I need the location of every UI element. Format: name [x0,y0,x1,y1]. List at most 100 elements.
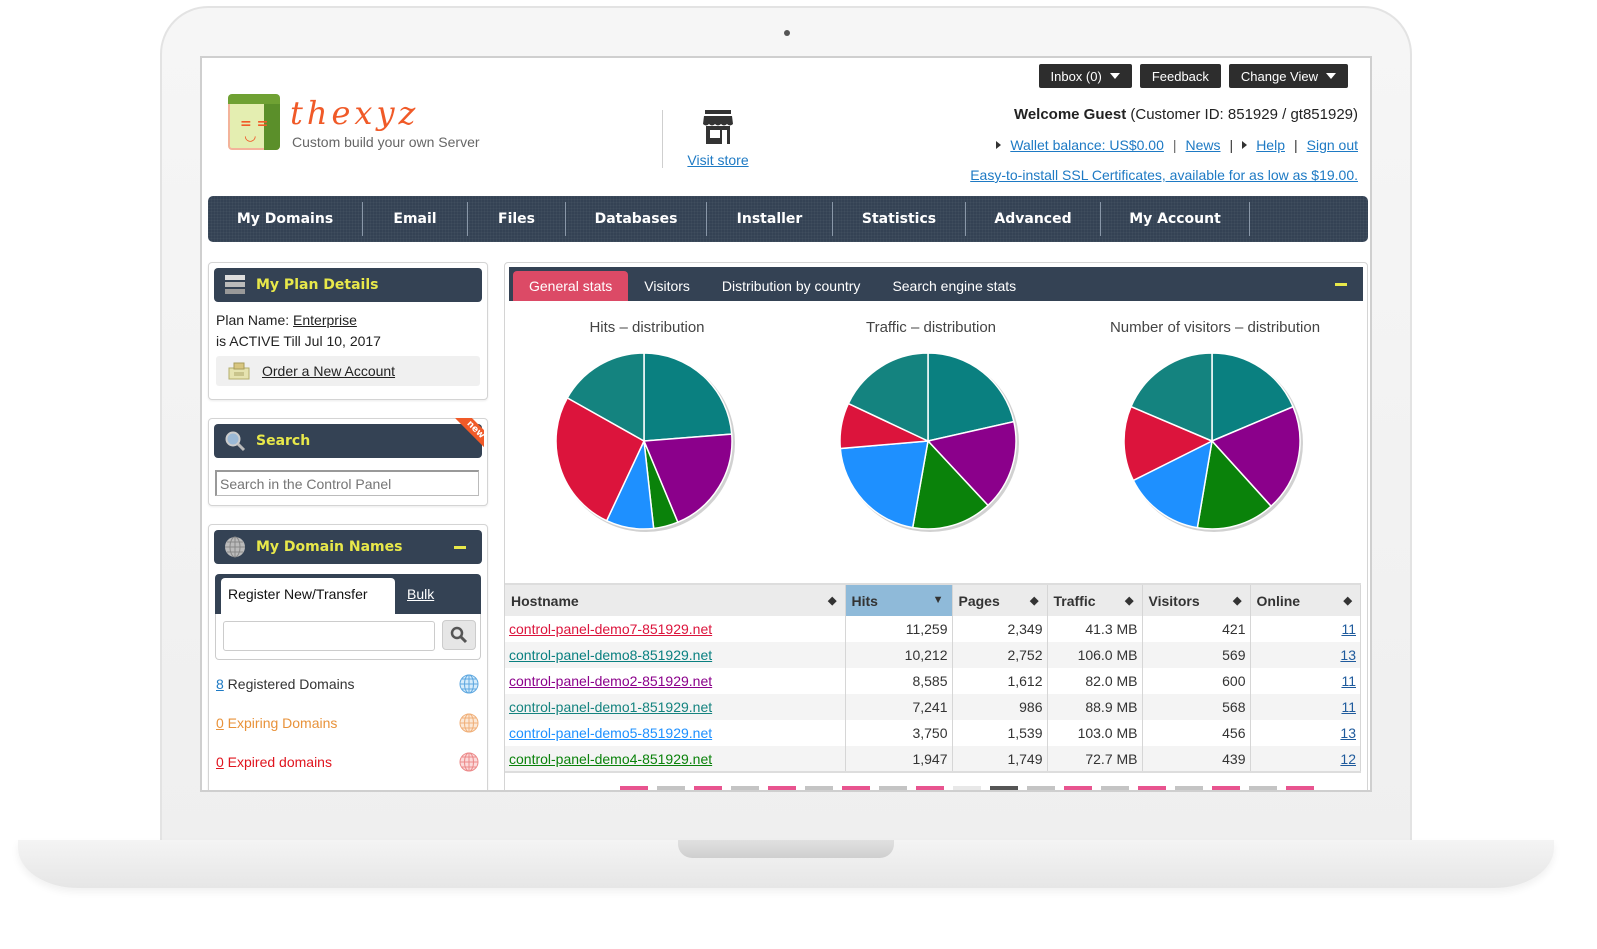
col-pages[interactable]: Pages ◆ [952,583,1048,616]
nav-email[interactable]: Email [363,202,468,236]
wallet-balance-link[interactable]: Wallet balance: US$0.00 [1010,137,1164,153]
pager-dot[interactable] [1064,786,1092,790]
col-hostname[interactable]: Hostname ◆ [505,583,846,616]
nav-installer[interactable]: Installer [707,202,833,236]
pager-dot[interactable] [953,786,981,790]
pager-dot[interactable] [1286,786,1314,790]
online-cell[interactable]: 11 [1250,668,1361,694]
triangle-right-icon [996,141,1002,149]
nav-statistics[interactable]: Statistics [833,202,966,236]
pager-dot[interactable] [879,786,907,790]
hostname-cell[interactable]: control-panel-demo7-851929.net [505,616,846,642]
pie-slice-demo8[interactable] [643,352,733,442]
hostname-link[interactable]: control-panel-demo1-851929.net [509,699,712,715]
pager-dot[interactable] [1101,786,1129,790]
hostname-cell[interactable]: control-panel-demo5-851929.net [505,720,846,746]
tab-register-transfer[interactable]: Register New/Transfer [221,578,395,614]
hostname-cell[interactable]: control-panel-demo8-851929.net [505,642,846,668]
caret-down-icon [1109,73,1120,79]
tab-visitors[interactable]: Visitors [628,271,706,301]
online-cell[interactable]: 11 [1250,694,1361,720]
pager-dot[interactable] [768,786,796,790]
pager-dot[interactable] [1175,786,1203,790]
registered-count-link[interactable]: 8 [216,676,224,692]
pager-dot[interactable] [694,786,722,790]
collapse-icon[interactable] [454,546,466,549]
inbox-button[interactable]: Inbox (0) [1038,64,1132,88]
pager-dot[interactable] [731,786,759,790]
online-link[interactable]: 13 [1340,647,1356,663]
tab-bulk[interactable]: Bulk [407,586,434,602]
plan-status: is ACTIVE Till Jul 10, 2017 [216,333,381,349]
pages-cell: 1,749 [952,746,1048,773]
pager-dot[interactable] [842,786,870,790]
order-new-account-link[interactable]: Order a New Account [262,361,395,382]
hostname-cell[interactable]: control-panel-demo4-851929.net [505,746,846,773]
visit-store[interactable]: Visit store [680,110,756,169]
pager-dot[interactable] [1249,786,1277,790]
col-traffic[interactable]: Traffic ◆ [1047,583,1143,616]
online-cell[interactable]: 13 [1250,720,1361,746]
magnifier-icon [225,431,246,452]
visit-store-link[interactable]: Visit store [687,152,748,168]
online-link[interactable]: 11 [1341,699,1356,715]
triangle-right-icon [1242,141,1248,149]
online-link[interactable]: 11 [1341,673,1356,689]
feedback-button[interactable]: Feedback [1139,64,1221,88]
ssl-promo-link[interactable]: Easy-to-install SSL Certificates, availa… [970,167,1358,183]
col-hits[interactable]: Hits ▼ [845,583,953,616]
col-online[interactable]: Online ◆ [1250,583,1361,616]
nav-advanced[interactable]: Advanced [966,202,1101,236]
help-link[interactable]: Help [1256,137,1285,153]
tab-general-stats[interactable]: General stats [513,271,629,301]
online-cell[interactable]: 12 [1250,746,1361,773]
nav-my-account[interactable]: My Account [1101,202,1250,236]
plan-name-link[interactable]: Enterprise [293,312,357,328]
nav-my-domains[interactable]: My Domains [208,202,363,236]
nav-files[interactable]: Files [468,202,566,236]
table-row: control-panel-demo8-851929.net 10,212 2,75… [505,642,1361,668]
pager-dot[interactable] [657,786,685,790]
hostname-link[interactable]: control-panel-demo2-851929.net [509,673,712,689]
search-icon [450,626,468,644]
pager-dot[interactable] [990,786,1018,790]
tab-distribution-by-country[interactable]: Distribution by country [706,271,877,301]
domain-search-input[interactable] [223,621,435,651]
pager-dot[interactable] [620,786,648,790]
sign-out-link[interactable]: Sign out [1307,137,1358,153]
nav-databases[interactable]: Databases [566,202,707,236]
online-link[interactable]: 13 [1340,725,1356,741]
hostname-link[interactable]: control-panel-demo7-851929.net [509,621,712,637]
online-cell[interactable]: 11 [1250,616,1361,642]
hits-chart-title: Hits – distribution [589,319,705,336]
expiring-count-link[interactable]: 0 [216,715,224,731]
traffic-pie [839,352,1019,532]
control-panel-search-input[interactable] [215,470,479,496]
hostname-cell[interactable]: control-panel-demo1-851929.net [505,694,846,720]
pager-dot[interactable] [1138,786,1166,790]
expired-count-link[interactable]: 0 [216,754,224,770]
change-view-button[interactable]: Change View [1228,64,1348,88]
tab-search-engine-stats[interactable]: Search engine stats [876,271,1032,301]
online-link[interactable]: 12 [1340,751,1356,767]
pager-dot[interactable] [1027,786,1055,790]
pie-slice-demo5[interactable] [839,440,929,529]
pager-dot[interactable] [1212,786,1240,790]
pager-dot[interactable] [805,786,833,790]
hostname-cell[interactable]: control-panel-demo2-851929.net [505,668,846,694]
col-visitors[interactable]: Visitors ◆ [1142,583,1251,616]
hostname-link[interactable]: control-panel-demo4-851929.net [509,751,712,767]
news-link[interactable]: News [1186,137,1221,153]
logo[interactable]: = = ◡ thexyz Custom build your own Serve… [228,94,498,154]
hostname-link[interactable]: control-panel-demo5-851929.net [509,725,712,741]
table-row: control-panel-demo7-851929.net 11,259 2,34… [505,616,1361,642]
order-new-account[interactable]: Order a New Account [216,356,480,386]
hits-cell: 11,259 [845,616,953,642]
online-link[interactable]: 11 [1341,621,1356,637]
collapse-icon[interactable] [1335,283,1347,286]
table-row: control-panel-demo1-851929.net 7,241 986 88… [505,694,1361,720]
hostname-link[interactable]: control-panel-demo8-851929.net [509,647,712,663]
pager-dot[interactable] [916,786,944,790]
domain-search-button[interactable] [442,620,476,650]
online-cell[interactable]: 13 [1250,642,1361,668]
